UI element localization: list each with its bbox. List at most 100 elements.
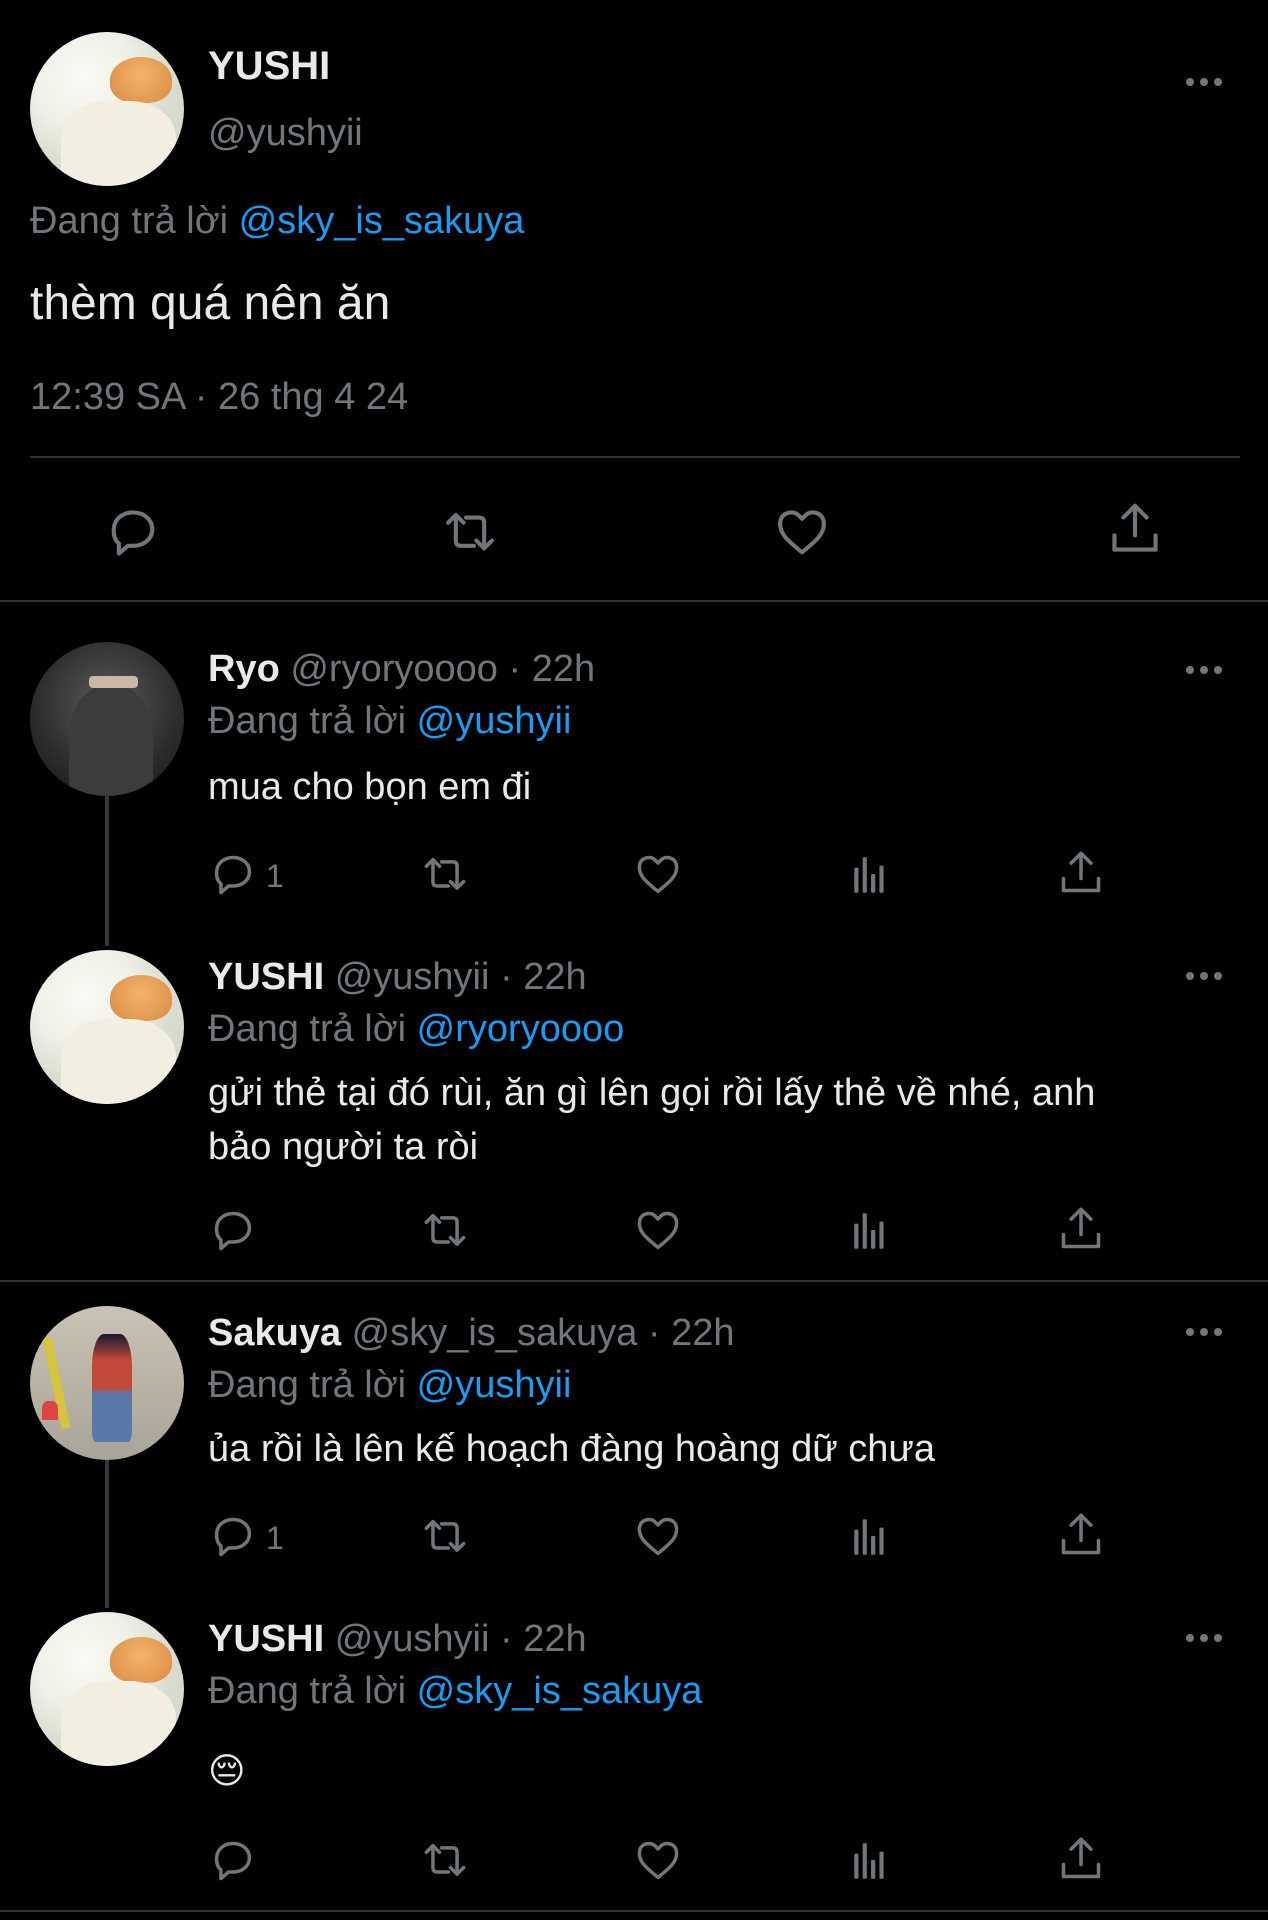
heart-icon (637, 1841, 679, 1880)
time-ago[interactable]: · 22h (500, 956, 587, 998)
share-icon (1108, 502, 1162, 556)
reply-icon (214, 1211, 252, 1251)
mention-link[interactable]: @sky_is_sakuya (239, 200, 525, 242)
mention-link[interactable]: @sky_is_sakuya (417, 1670, 703, 1712)
share-button[interactable] (1058, 850, 1104, 896)
reply-button[interactable] (210, 1838, 256, 1884)
replying-to: Đang trả lời @sky_is_sakuya (30, 200, 524, 243)
views-button[interactable] (848, 852, 892, 898)
avatar[interactable] (30, 32, 184, 186)
like-button[interactable] (634, 852, 682, 898)
share-icon (1061, 1513, 1101, 1555)
tweet-header: Ryo @ryoryoooo · 22h (208, 648, 595, 691)
views-icon (854, 1843, 884, 1879)
timestamp[interactable]: 12:39 SA · 26 thg 4 24 (30, 376, 408, 419)
views-icon (854, 1519, 884, 1555)
views-button[interactable] (848, 1514, 892, 1560)
reply-button[interactable] (106, 506, 160, 560)
avatar-image (110, 974, 172, 1021)
reply-button[interactable] (210, 1208, 256, 1254)
retweet-icon (424, 857, 466, 890)
replying-to: Đang trả lời @yushyii (208, 700, 571, 743)
retweet-button[interactable] (418, 1838, 472, 1884)
share-button[interactable] (1058, 1512, 1104, 1558)
share-icon (1061, 1837, 1101, 1879)
replying-prefix: Đang trả lời (208, 1364, 407, 1406)
section-divider (0, 600, 1268, 602)
replying-to: Đang trả lời @yushyii (208, 1364, 571, 1407)
tweet-text: mua cho bọn em đi (208, 766, 532, 808)
handle[interactable]: @yushyii (335, 1618, 490, 1660)
display-name[interactable]: Ryo (208, 648, 280, 690)
reply-count: 1 (266, 858, 284, 894)
retweet-icon (424, 1519, 466, 1552)
like-button[interactable] (774, 506, 830, 560)
tweet-header: Sakuya @sky_is_sakuya · 22h (208, 1312, 735, 1355)
share-button[interactable] (1058, 1206, 1104, 1252)
mention-link[interactable]: @ryoryoooo (417, 1008, 625, 1050)
avatar-image (110, 1636, 172, 1683)
handle[interactable]: @yushyii (335, 956, 490, 998)
share-icon (1061, 851, 1101, 893)
avatar[interactable] (30, 1306, 184, 1460)
time-ago[interactable]: · 22h (508, 648, 595, 690)
thread-line (105, 1458, 109, 1608)
tweet-header: YUSHI @yushyii · 22h (208, 1618, 587, 1661)
display-name[interactable]: YUSHI (208, 956, 324, 998)
share-icon (1061, 1207, 1101, 1249)
handle[interactable]: @sky_is_sakuya (352, 1312, 638, 1354)
section-divider (0, 1910, 1268, 1912)
display-name[interactable]: Sakuya (208, 1312, 341, 1354)
more-icon[interactable] (1186, 72, 1226, 92)
avatar-image (68, 685, 154, 796)
tweet-text: ủa rồi là lên kế hoạch đàng hoàng dữ chư… (208, 1428, 935, 1470)
thread-line (105, 796, 109, 946)
mention-link[interactable]: @yushyii (417, 1364, 572, 1406)
time-ago[interactable]: · 22h (500, 1618, 587, 1660)
like-button[interactable] (634, 1838, 682, 1884)
mention-link[interactable]: @yushyii (417, 700, 572, 742)
time-ago[interactable]: · 22h (648, 1312, 735, 1354)
more-icon[interactable] (1186, 1322, 1226, 1342)
replying-to: Đang trả lời @sky_is_sakuya (208, 1670, 702, 1713)
retweet-button[interactable] (418, 1514, 472, 1560)
retweet-button[interactable] (418, 852, 472, 898)
reply-icon (106, 506, 160, 560)
more-icon[interactable] (1186, 660, 1226, 680)
tweet-text-line-1: gửi thẻ tại đó rùi, ăn gì lên gọi rồi lấ… (208, 1072, 1096, 1114)
replying-prefix: Đang trả lời (208, 1670, 407, 1712)
divider (30, 456, 1240, 458)
reply-icon (214, 855, 252, 895)
handle[interactable]: @yushyii (208, 112, 363, 155)
display-name[interactable]: YUSHI (208, 44, 330, 89)
views-button[interactable] (848, 1838, 892, 1884)
share-button[interactable] (1108, 502, 1162, 556)
heart-icon (774, 506, 830, 560)
heart-icon (637, 1517, 679, 1556)
tweet-text-line-2: bảo người ta ròi (208, 1126, 479, 1168)
avatar[interactable] (30, 1612, 184, 1766)
views-icon (854, 1213, 884, 1249)
reply-button[interactable] (210, 1514, 256, 1560)
avatar[interactable] (30, 950, 184, 1104)
avatar[interactable] (30, 642, 184, 796)
more-icon[interactable] (1186, 1628, 1226, 1648)
retweet-icon (424, 1843, 466, 1876)
tweet-text: 😔 (208, 1750, 246, 1791)
reply-button[interactable] (210, 852, 256, 898)
retweet-button[interactable] (418, 1208, 472, 1254)
avatar-image (110, 56, 172, 103)
heart-icon (637, 855, 679, 894)
reply-icon (214, 1841, 252, 1881)
reply-icon (214, 1517, 252, 1557)
retweet-icon (438, 506, 502, 560)
display-name[interactable]: YUSHI (208, 1618, 324, 1660)
more-icon[interactable] (1186, 966, 1226, 986)
section-divider (0, 1280, 1268, 1282)
like-button[interactable] (634, 1514, 682, 1560)
handle[interactable]: @ryoryoooo (290, 648, 498, 690)
retweet-button[interactable] (438, 506, 502, 560)
like-button[interactable] (634, 1208, 682, 1254)
views-button[interactable] (848, 1208, 892, 1254)
share-button[interactable] (1058, 1836, 1104, 1882)
